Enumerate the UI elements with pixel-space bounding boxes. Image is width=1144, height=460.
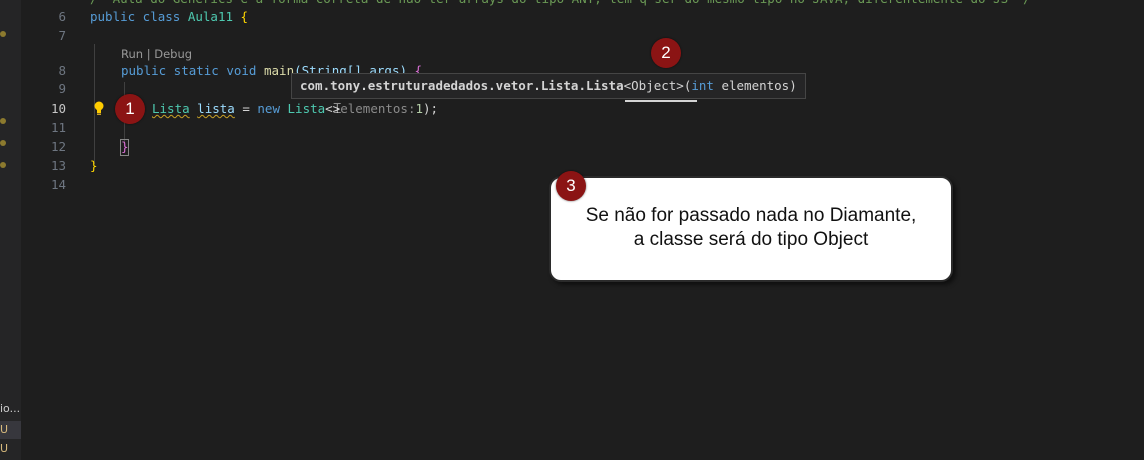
line-number-active: 10: [50, 101, 66, 116]
line-number: 13: [50, 158, 66, 173]
line-number: 11: [50, 120, 66, 135]
hover-signature-tooltip: com.tony.estruturadedados.vetor.Lista.Li…: [291, 73, 806, 99]
tooltip-underline: [625, 100, 697, 102]
git-status-untracked-badge[interactable]: U: [0, 440, 21, 458]
line-number: 8: [58, 63, 66, 78]
change-marker: [0, 140, 6, 146]
code-line-13: }: [90, 158, 98, 173]
callout-line-1: Se não for passado nada no Diamante,: [585, 205, 917, 226]
code-line-10: Lista lista = new Lista<>elementos:1);: [152, 101, 439, 116]
git-status-untracked-badge[interactable]: U: [0, 421, 21, 439]
line-number: 12: [50, 139, 66, 154]
text-cursor-icon: ⌶: [333, 101, 342, 117]
annotation-badge-2: 2: [651, 38, 681, 68]
annotation-callout: Se não for passado nada no Diamante, a c…: [549, 176, 953, 282]
annotation-badge-1: 1: [115, 94, 145, 124]
explorer-file-label[interactable]: io...: [0, 401, 21, 417]
code-comment: /* Aula do Generics e a forma correta de…: [90, 0, 1031, 8]
change-marker: [0, 118, 6, 124]
callout-line-2: a classe será do tipo Object: [633, 229, 869, 250]
annotation-badge-3: 3: [556, 171, 586, 201]
change-marker: [0, 31, 6, 37]
line-number: 7: [58, 28, 66, 43]
codelens-run-debug[interactable]: Run | Debug: [121, 46, 192, 62]
activity-sidebar-edge: [0, 0, 21, 460]
line-number: 9: [58, 81, 66, 96]
bracket-match-highlight: [120, 139, 129, 156]
change-marker: [0, 162, 6, 168]
line-number: 6: [58, 9, 66, 24]
line-number: 14: [50, 177, 66, 192]
lightbulb-icon[interactable]: [92, 100, 106, 116]
code-line-6: public class Aula11 {: [90, 9, 249, 24]
